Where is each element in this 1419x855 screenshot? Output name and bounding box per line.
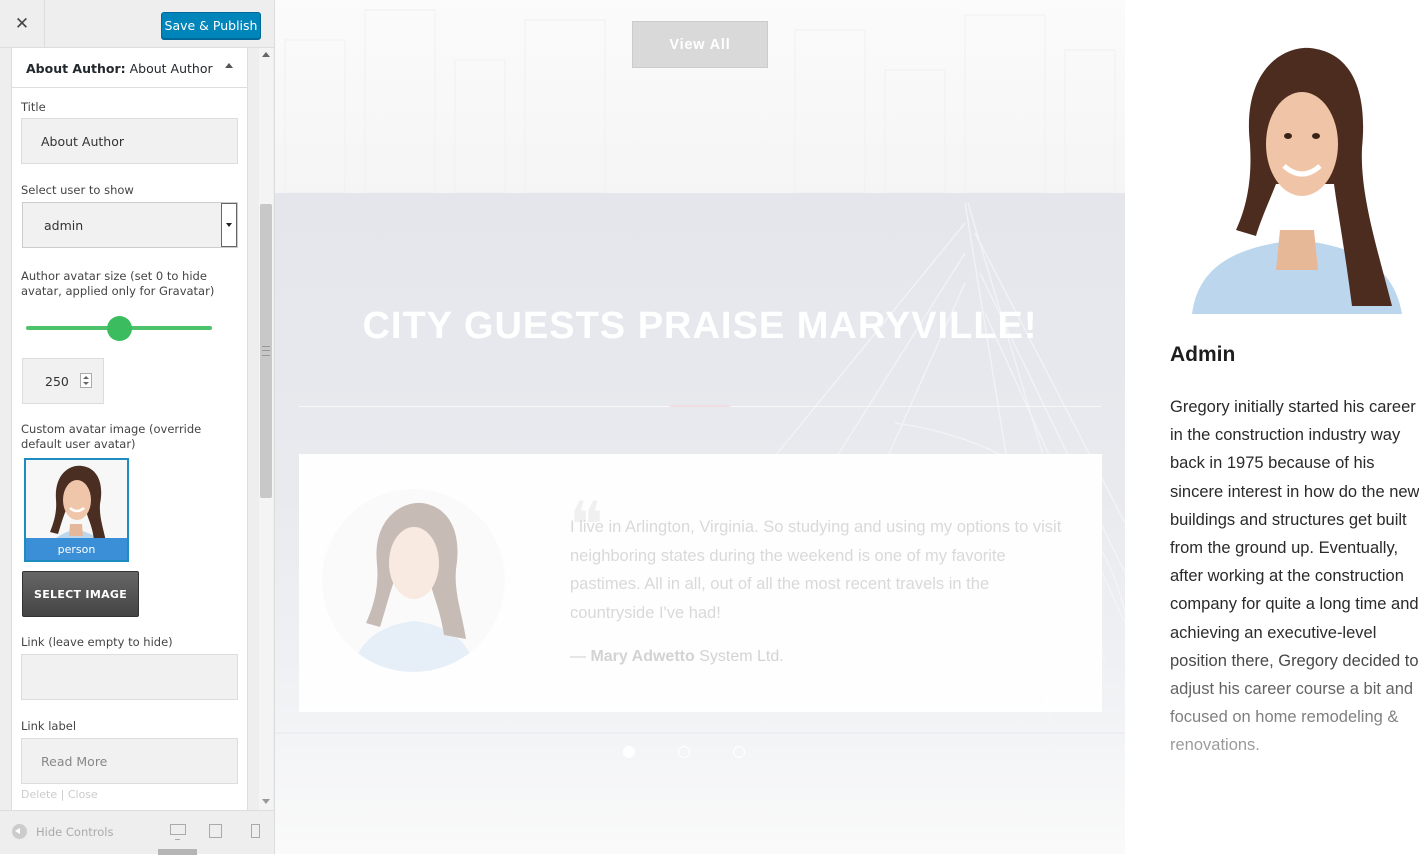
custom-avatar-thumbnail[interactable]: person	[24, 458, 129, 562]
testimonial-card: ❝ I live in Arlington, Virginia. So stud…	[299, 454, 1102, 712]
avatar-size-label: Author avatar size (set 0 to hide avatar…	[21, 269, 215, 298]
slider-dot-2[interactable]	[678, 746, 690, 758]
scroll-up-icon[interactable]	[262, 52, 270, 57]
testimonial-author-dash: —	[570, 648, 591, 665]
mobile-preview-icon[interactable]	[251, 824, 260, 838]
widget-name: About Author	[129, 61, 213, 76]
hide-controls-button[interactable]: Hide Controls	[12, 824, 113, 839]
chevron-down-icon[interactable]	[221, 203, 237, 247]
link-label: Link (leave empty to hide)	[21, 635, 173, 649]
close-icon: ✕	[14, 14, 30, 34]
user-select[interactable]: admin	[22, 202, 238, 248]
hide-controls-label: Hide Controls	[36, 824, 114, 839]
avatar-caption: person	[26, 538, 127, 560]
about-author-widget: Admin Gregory initially started his care…	[1125, 0, 1419, 854]
testimonial-avatar	[322, 489, 505, 672]
customizer-header: ✕ Save & Publish	[0, 0, 274, 48]
widget-title: About Author: About Author	[26, 61, 213, 76]
resize-grip-icon[interactable]	[262, 346, 270, 356]
title-label: Title	[21, 100, 46, 114]
top-section: View All	[275, 0, 1125, 193]
slider-dot-3[interactable]	[733, 746, 745, 758]
link-text-input[interactable]: Read More	[21, 738, 238, 784]
widget-type: About Author:	[26, 61, 126, 76]
custom-avatar-label: Custom avatar image (override default us…	[21, 422, 202, 451]
widget-panel: About Author: About Author Title About A…	[11, 48, 248, 810]
testimonials-section: CITY GUESTS PRAISE MARYVILLE! ❝ I live i…	[275, 193, 1125, 854]
testimonial-author: — Mary Adwetto System Ltd.	[570, 648, 784, 666]
collapse-arrow-icon[interactable]	[225, 63, 233, 68]
link-text-label: Link label	[21, 719, 77, 733]
select-image-button[interactable]: SELECT IMAGE	[22, 571, 139, 617]
author-bio: Gregory initially started his career in …	[1170, 398, 1419, 755]
slider-dot-1[interactable]	[623, 746, 635, 758]
user-select-label: Select user to show	[21, 183, 134, 197]
tablet-preview-icon[interactable]	[209, 824, 222, 838]
testimonial-text: I live in Arlington, Virginia. So studyi…	[570, 518, 1062, 622]
avatar-size-value: 250	[45, 373, 69, 389]
scroll-down-icon[interactable]	[262, 799, 270, 804]
desktop-preview-icon[interactable]	[170, 824, 186, 840]
panel-scrollbar[interactable]	[259, 48, 273, 810]
author-name: Admin	[1170, 343, 1236, 366]
close-customizer-button[interactable]: ✕	[0, 0, 45, 48]
save-publish-button[interactable]: Save & Publish	[161, 12, 261, 39]
view-all-button[interactable]: View All	[632, 21, 768, 68]
site-preview: View All CITY GUESTS PRAISE MARYVILLE! ❝…	[275, 0, 1419, 854]
customizer-footer: Hide Controls	[0, 810, 274, 855]
testimonial-author-company: System Ltd.	[694, 648, 784, 665]
active-device-indicator	[158, 849, 197, 855]
section-title: CITY GUESTS PRAISE MARYVILLE!	[362, 305, 1038, 347]
author-photo	[1180, 44, 1419, 314]
delete-close-text: Delete | Close	[21, 788, 98, 801]
woman-portrait-image	[1180, 44, 1419, 314]
customizer-sidebar: ✕ Save & Publish About Author: About Aut…	[0, 0, 275, 855]
user-select-value: admin	[44, 217, 84, 233]
title-input[interactable]: About Author	[21, 118, 238, 164]
link-input[interactable]	[21, 654, 238, 700]
number-spinner-icon[interactable]	[80, 373, 92, 388]
title-divider-accent	[670, 405, 730, 407]
collapse-icon	[12, 824, 27, 839]
testimonial-author-name: Mary Adwetto	[590, 648, 695, 665]
woman-portrait-image	[352, 502, 476, 672]
widget-header[interactable]: About Author: About Author	[12, 48, 247, 88]
avatar-size-slider-thumb[interactable]	[106, 316, 132, 341]
delete-close-links[interactable]: Delete | Close	[12, 788, 247, 810]
